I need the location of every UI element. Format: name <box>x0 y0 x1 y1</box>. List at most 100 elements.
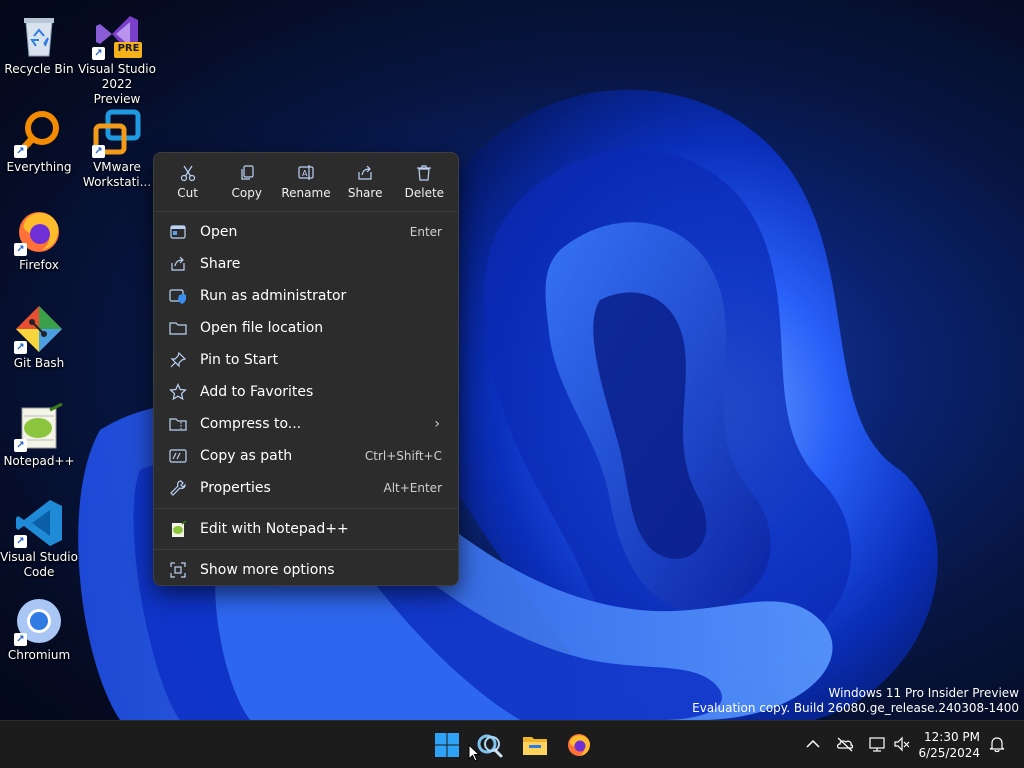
archive-icon <box>169 415 187 433</box>
git-bash-icon: ↗ <box>14 304 64 354</box>
watermark-line-1: Windows 11 Pro Insider Preview <box>828 686 1019 700</box>
desktop-icon-everything[interactable]: ↗ Everything <box>0 104 78 175</box>
shortcut-arrow-icon: ↗ <box>14 145 27 158</box>
desktop-icon-notepadpp[interactable]: ↗ Notepad++ <box>0 398 78 469</box>
chromium-icon: ↗ <box>14 596 64 646</box>
start-button[interactable] <box>433 731 461 759</box>
notification-bell-icon <box>989 737 1005 753</box>
menu-item-shortcut: Ctrl+Shift+C <box>364 449 442 463</box>
taskbar-firefox-button[interactable] <box>565 731 593 759</box>
visual-studio-preview-icon: PRE ↗ <box>92 10 142 60</box>
desktop-icon-label: Git Bash <box>13 356 65 370</box>
onedrive-offline-icon <box>837 737 854 752</box>
menu-item-label: Properties <box>200 480 271 496</box>
rename-label: Rename <box>281 186 331 200</box>
desktop-icon-recycle-bin[interactable]: Recycle Bin <box>0 6 78 77</box>
rename-icon: A <box>298 165 314 180</box>
menu-item-label: Run as administrator <box>200 288 347 304</box>
chevron-up-icon <box>806 739 820 748</box>
menu-separator <box>154 549 458 550</box>
menu-item-label: Open file location <box>200 320 324 336</box>
path-icon <box>169 447 187 465</box>
menu-item-open-file-location[interactable]: Open file location <box>158 312 454 344</box>
menu-item-label: Pin to Start <box>200 352 279 368</box>
desktop-icon-vscode[interactable]: ↗ Visual Studio Code <box>0 494 78 580</box>
shortcut-arrow-icon: ↗ <box>14 243 27 256</box>
menu-item-open[interactable]: Open Enter <box>158 216 454 248</box>
menu-item-share[interactable]: Share <box>158 248 454 280</box>
copy-icon <box>241 165 254 180</box>
desktop-icon-label: Visual Studio Code <box>0 550 78 579</box>
context-menu-quick-actions: Cut Copy A Rename Share Delete <box>154 153 458 212</box>
menu-item-label: Copy as path <box>200 448 293 464</box>
menu-item-label: Show more options <box>200 562 335 578</box>
menu-item-edit-with-notepadpp[interactable]: Edit with Notepad++ <box>158 513 454 545</box>
clock-time: 12:30 PM <box>924 730 980 744</box>
chevron-right-icon: › <box>434 416 440 432</box>
share-label: Share <box>347 186 383 200</box>
taskbar-file-explorer-button[interactable] <box>521 731 549 759</box>
taskbar: 12:30 PM 6/25/2024 <box>0 720 1024 768</box>
tray-network-button[interactable] <box>868 735 886 753</box>
watermark-line-2: Evaluation copy. Build 26080.ge_release.… <box>692 701 1019 715</box>
desktop-icon-git-bash[interactable]: ↗ Git Bash <box>0 300 78 371</box>
notepadpp-icon <box>169 520 187 538</box>
delete-label: Delete <box>404 186 445 200</box>
rename-button[interactable]: A Rename <box>277 161 335 211</box>
tray-onedrive-button[interactable] <box>836 735 854 753</box>
menu-item-compress-to[interactable]: Compress to... › <box>158 408 454 440</box>
volume-muted-icon <box>894 736 910 752</box>
desktop-icon-visual-studio-preview[interactable]: PRE ↗ Visual Studio 2022 Preview <box>78 6 156 107</box>
vscode-icon: ↗ <box>14 498 64 548</box>
menu-item-add-to-favorites[interactable]: Add to Favorites <box>158 376 454 408</box>
firefox-icon: ↗ <box>14 206 64 256</box>
copy-label: Copy <box>231 186 262 200</box>
desktop-icon-label: Recycle Bin <box>4 62 74 76</box>
desktop-icon-label: VMware Workstati... <box>82 160 152 189</box>
network-icon <box>869 737 885 752</box>
shield-icon <box>169 287 187 305</box>
trash-icon <box>417 165 432 181</box>
menu-item-shortcut: Enter <box>409 225 442 239</box>
open-app-icon <box>169 223 187 241</box>
tray-overflow-button[interactable] <box>804 735 822 753</box>
menu-item-label: Add to Favorites <box>200 384 314 400</box>
copy-button[interactable]: Copy <box>218 161 276 211</box>
desktop-icon-label: Chromium <box>7 648 71 662</box>
menu-item-run-as-administrator[interactable]: Run as administrator <box>158 280 454 312</box>
more-options-icon <box>169 561 187 579</box>
svg-text:A: A <box>302 169 308 178</box>
menu-item-copy-as-path[interactable]: Copy as path Ctrl+Shift+C <box>158 440 454 472</box>
menu-item-shortcut: Alt+Enter <box>383 481 442 495</box>
desktop-icon-label: Notepad++ <box>3 454 75 468</box>
evaluation-watermark: Windows 11 Pro Insider Preview Evaluatio… <box>692 686 1019 716</box>
cut-button[interactable]: Cut <box>159 161 217 211</box>
desktop-icon-vmware[interactable]: ↗ VMware Workstati... <box>78 104 156 190</box>
cut-label: Cut <box>177 186 198 200</box>
share-icon <box>169 255 187 273</box>
menu-item-properties[interactable]: Properties Alt+Enter <box>158 472 454 504</box>
taskbar-clock[interactable]: 12:30 PM 6/25/2024 <box>918 729 980 761</box>
menu-item-show-more-options[interactable]: Show more options <box>158 554 454 586</box>
share-button[interactable]: Share <box>336 161 394 211</box>
shortcut-arrow-icon: ↗ <box>14 535 27 548</box>
delete-button[interactable]: Delete <box>395 161 453 211</box>
recycle-bin-icon <box>14 10 64 60</box>
context-menu: Cut Copy A Rename Share Delete Open Ente… <box>153 152 459 586</box>
star-icon <box>169 383 187 401</box>
shortcut-arrow-icon: ↗ <box>14 341 27 354</box>
desktop[interactable]: Recycle Bin PRE ↗ Visual Studio 2022 Pre… <box>0 0 1024 768</box>
menu-item-label: Share <box>200 256 241 272</box>
shortcut-arrow-icon: ↗ <box>92 47 105 60</box>
tray-volume-button[interactable] <box>893 735 911 753</box>
notepadpp-icon: ↗ <box>14 402 64 452</box>
desktop-icon-firefox[interactable]: ↗ Firefox <box>0 202 78 273</box>
clock-date: 6/25/2024 <box>918 746 980 760</box>
menu-item-pin-to-start[interactable]: Pin to Start <box>158 344 454 376</box>
context-menu-items: Open Enter Share Run as administrator Op… <box>154 212 458 586</box>
desktop-icon-chromium[interactable]: ↗ Chromium <box>0 592 78 663</box>
shortcut-arrow-icon: ↗ <box>14 439 27 452</box>
menu-separator <box>154 508 458 509</box>
notification-center-button[interactable] <box>988 735 1006 753</box>
share-icon <box>358 165 372 180</box>
